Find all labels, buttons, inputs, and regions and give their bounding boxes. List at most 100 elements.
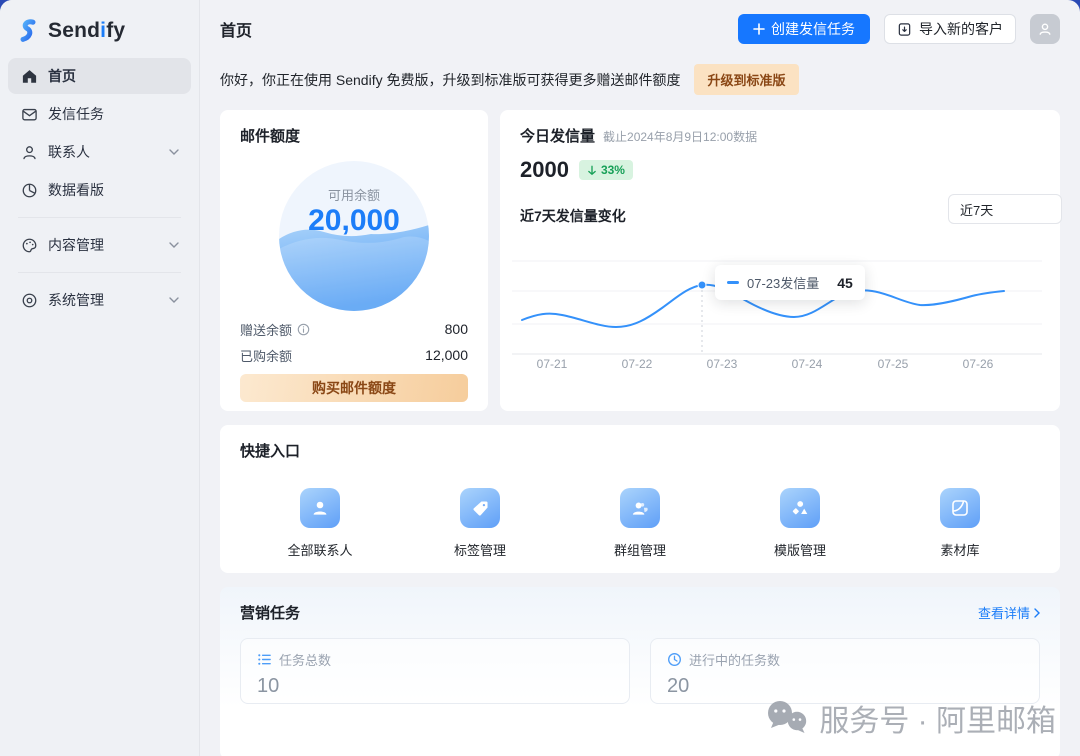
- quick-item-all-contacts[interactable]: 全部联系人: [240, 488, 400, 559]
- chevron-down-icon: [169, 149, 179, 155]
- sidebar-menu: 首页 发信任务 联系人 数据看: [0, 58, 199, 318]
- watermark: 服务号 · 阿里邮箱: [765, 696, 1056, 740]
- today-card-subtitle: 截止2024年8月9日12:00数据: [603, 128, 757, 145]
- email-quota-card: 邮件额度 可用余额 20,000 赠送余额: [220, 110, 488, 411]
- x-tick: 07-24: [792, 357, 823, 371]
- today-value: 2000: [520, 157, 569, 183]
- stat-box-in-progress: 进行中的任务数 20: [650, 638, 1040, 704]
- delta-value: 33%: [601, 163, 625, 177]
- stat-value: 10: [257, 675, 613, 698]
- x-tick: 07-25: [878, 357, 909, 371]
- view-details-link[interactable]: 查看详情: [978, 603, 1040, 622]
- sidebar-item-label: 系统管理: [48, 290, 104, 310]
- sidebar-item-label: 内容管理: [48, 235, 104, 255]
- chart-tooltip: 07-23发信量 45: [715, 265, 865, 300]
- upgrade-banner: 你好，你正在使用 Sendify 免费版，升级到标准版可获得更多赠送邮件额度 升…: [220, 64, 1060, 95]
- quota-gauge: 可用余额 20,000: [279, 161, 429, 311]
- quota-row-value: 800: [445, 321, 468, 337]
- banner-text: 你好，你正在使用 Sendify 免费版，升级到标准版可获得更多赠送邮件额度: [220, 70, 680, 90]
- settings-icon: [20, 292, 38, 309]
- quota-row-purchased: 已购余额 12,000: [240, 347, 468, 363]
- quota-row-label: 已购余额: [240, 346, 292, 365]
- quota-row-gift: 赠送余额 800: [240, 321, 468, 337]
- tag-icon: [460, 488, 500, 528]
- app-window: Sendify 首页 发信任务 联系人: [0, 0, 1080, 756]
- today-value-row: 2000 33%: [520, 156, 1040, 184]
- gauge-label: 可用余额: [279, 185, 429, 204]
- group-icon: [620, 488, 660, 528]
- user-icon: [20, 144, 38, 161]
- menu-divider: [18, 272, 181, 273]
- chevron-right-icon: [1034, 608, 1040, 618]
- today-volume-card: 今日发信量 截止2024年8月9日12:00数据 2000 33% 近7天发信量…: [500, 110, 1060, 411]
- watermark-text: 服务号 · 阿里邮箱: [819, 696, 1056, 740]
- stat-value: 20: [667, 675, 1023, 698]
- home-icon: [20, 68, 38, 85]
- stat-label: 任务总数: [279, 650, 331, 669]
- sidebar-item-home[interactable]: 首页: [8, 58, 191, 94]
- brand-name: Sendify: [48, 19, 125, 43]
- quick-item-template-mgmt[interactable]: 模版管理: [720, 488, 880, 559]
- template-icon: [780, 488, 820, 528]
- mail-icon: [20, 106, 38, 123]
- sidebar-item-send-tasks[interactable]: 发信任务: [8, 96, 191, 132]
- quota-row-label: 赠送余额: [240, 320, 292, 339]
- today-card-title: 今日发信量: [520, 125, 595, 146]
- series-marker: [727, 281, 739, 284]
- sidebar: Sendify 首页 发信任务 联系人: [0, 0, 200, 756]
- plus-icon: [753, 23, 765, 35]
- tooltip-label: 07-23发信量: [747, 273, 819, 292]
- quick-item-label: 素材库: [940, 540, 979, 559]
- task-stats: 任务总数 10 进行中的任务数 20: [240, 638, 1040, 704]
- person-icon: [1037, 21, 1053, 37]
- material-icon: [940, 488, 980, 528]
- sidebar-item-system-mgmt[interactable]: 系统管理: [8, 282, 191, 318]
- quick-item-group-mgmt[interactable]: 群组管理: [560, 488, 720, 559]
- quick-item-label: 全部联系人: [287, 540, 352, 559]
- sidebar-item-dashboard[interactable]: 数据看版: [8, 172, 191, 208]
- chevron-down-icon: [169, 297, 179, 303]
- main-content: 首页 创建发信任务 导入新的客户 你好，你正在使用 Sendify 免费版，升级…: [200, 0, 1080, 756]
- info-icon[interactable]: [297, 323, 310, 336]
- quick-item-label: 模版管理: [774, 540, 826, 559]
- stat-label-row: 任务总数: [257, 650, 613, 669]
- quick-item-tag-mgmt[interactable]: 标签管理: [400, 488, 560, 559]
- page-title: 首页: [220, 17, 252, 41]
- upgrade-button[interactable]: 升级到标准版: [694, 64, 798, 95]
- import-customers-button[interactable]: 导入新的客户: [884, 14, 1016, 44]
- quota-card-title: 邮件额度: [240, 125, 468, 146]
- sidebar-item-contacts[interactable]: 联系人: [8, 134, 191, 170]
- quick-item-material-library[interactable]: 素材库: [880, 488, 1040, 559]
- tooltip-value: 45: [837, 275, 853, 291]
- menu-divider: [18, 217, 181, 218]
- quota-row-value: 12,000: [425, 347, 468, 363]
- sidebar-item-label: 联系人: [48, 142, 90, 162]
- sending-trend-chart[interactable]: 07-21 07-22 07-23 07-24 07-25 07-26 07-2…: [520, 244, 1040, 392]
- quota-rows: 赠送余额 800 已购余额 12,000: [240, 321, 468, 363]
- sidebar-item-content-mgmt[interactable]: 内容管理: [8, 227, 191, 263]
- list-icon: [257, 652, 272, 667]
- import-icon: [897, 22, 912, 37]
- contacts-icon: [300, 488, 340, 528]
- gauge-value: 20,000: [279, 204, 429, 239]
- quick-items: 全部联系人 标签管理 群组管理: [240, 488, 1040, 559]
- user-avatar[interactable]: [1030, 14, 1060, 44]
- pie-icon: [20, 182, 38, 199]
- create-task-button[interactable]: 创建发信任务: [738, 14, 870, 44]
- sidebar-item-label: 首页: [48, 66, 76, 86]
- quick-item-label: 标签管理: [454, 540, 506, 559]
- sidebar-item-label: 数据看版: [48, 180, 104, 200]
- range-select[interactable]: 近7天: [948, 194, 1062, 224]
- tasks-card-title: 营销任务: [240, 602, 300, 623]
- quick-item-label: 群组管理: [614, 540, 666, 559]
- wechat-icon: [765, 700, 809, 736]
- stat-label: 进行中的任务数: [689, 650, 780, 669]
- x-tick: 07-21: [537, 357, 568, 371]
- top-cards-row: 邮件额度 可用余额 20,000 赠送余额: [220, 110, 1060, 411]
- brand-logo: Sendify: [0, 14, 199, 46]
- tasks-card-header: 营销任务 查看详情: [240, 602, 1040, 623]
- today-card-header: 今日发信量 截止2024年8月9日12:00数据: [520, 125, 1040, 146]
- clock-icon: [667, 652, 682, 667]
- buy-quota-button[interactable]: 购买邮件额度: [240, 374, 468, 402]
- sidebar-item-label: 发信任务: [48, 104, 104, 124]
